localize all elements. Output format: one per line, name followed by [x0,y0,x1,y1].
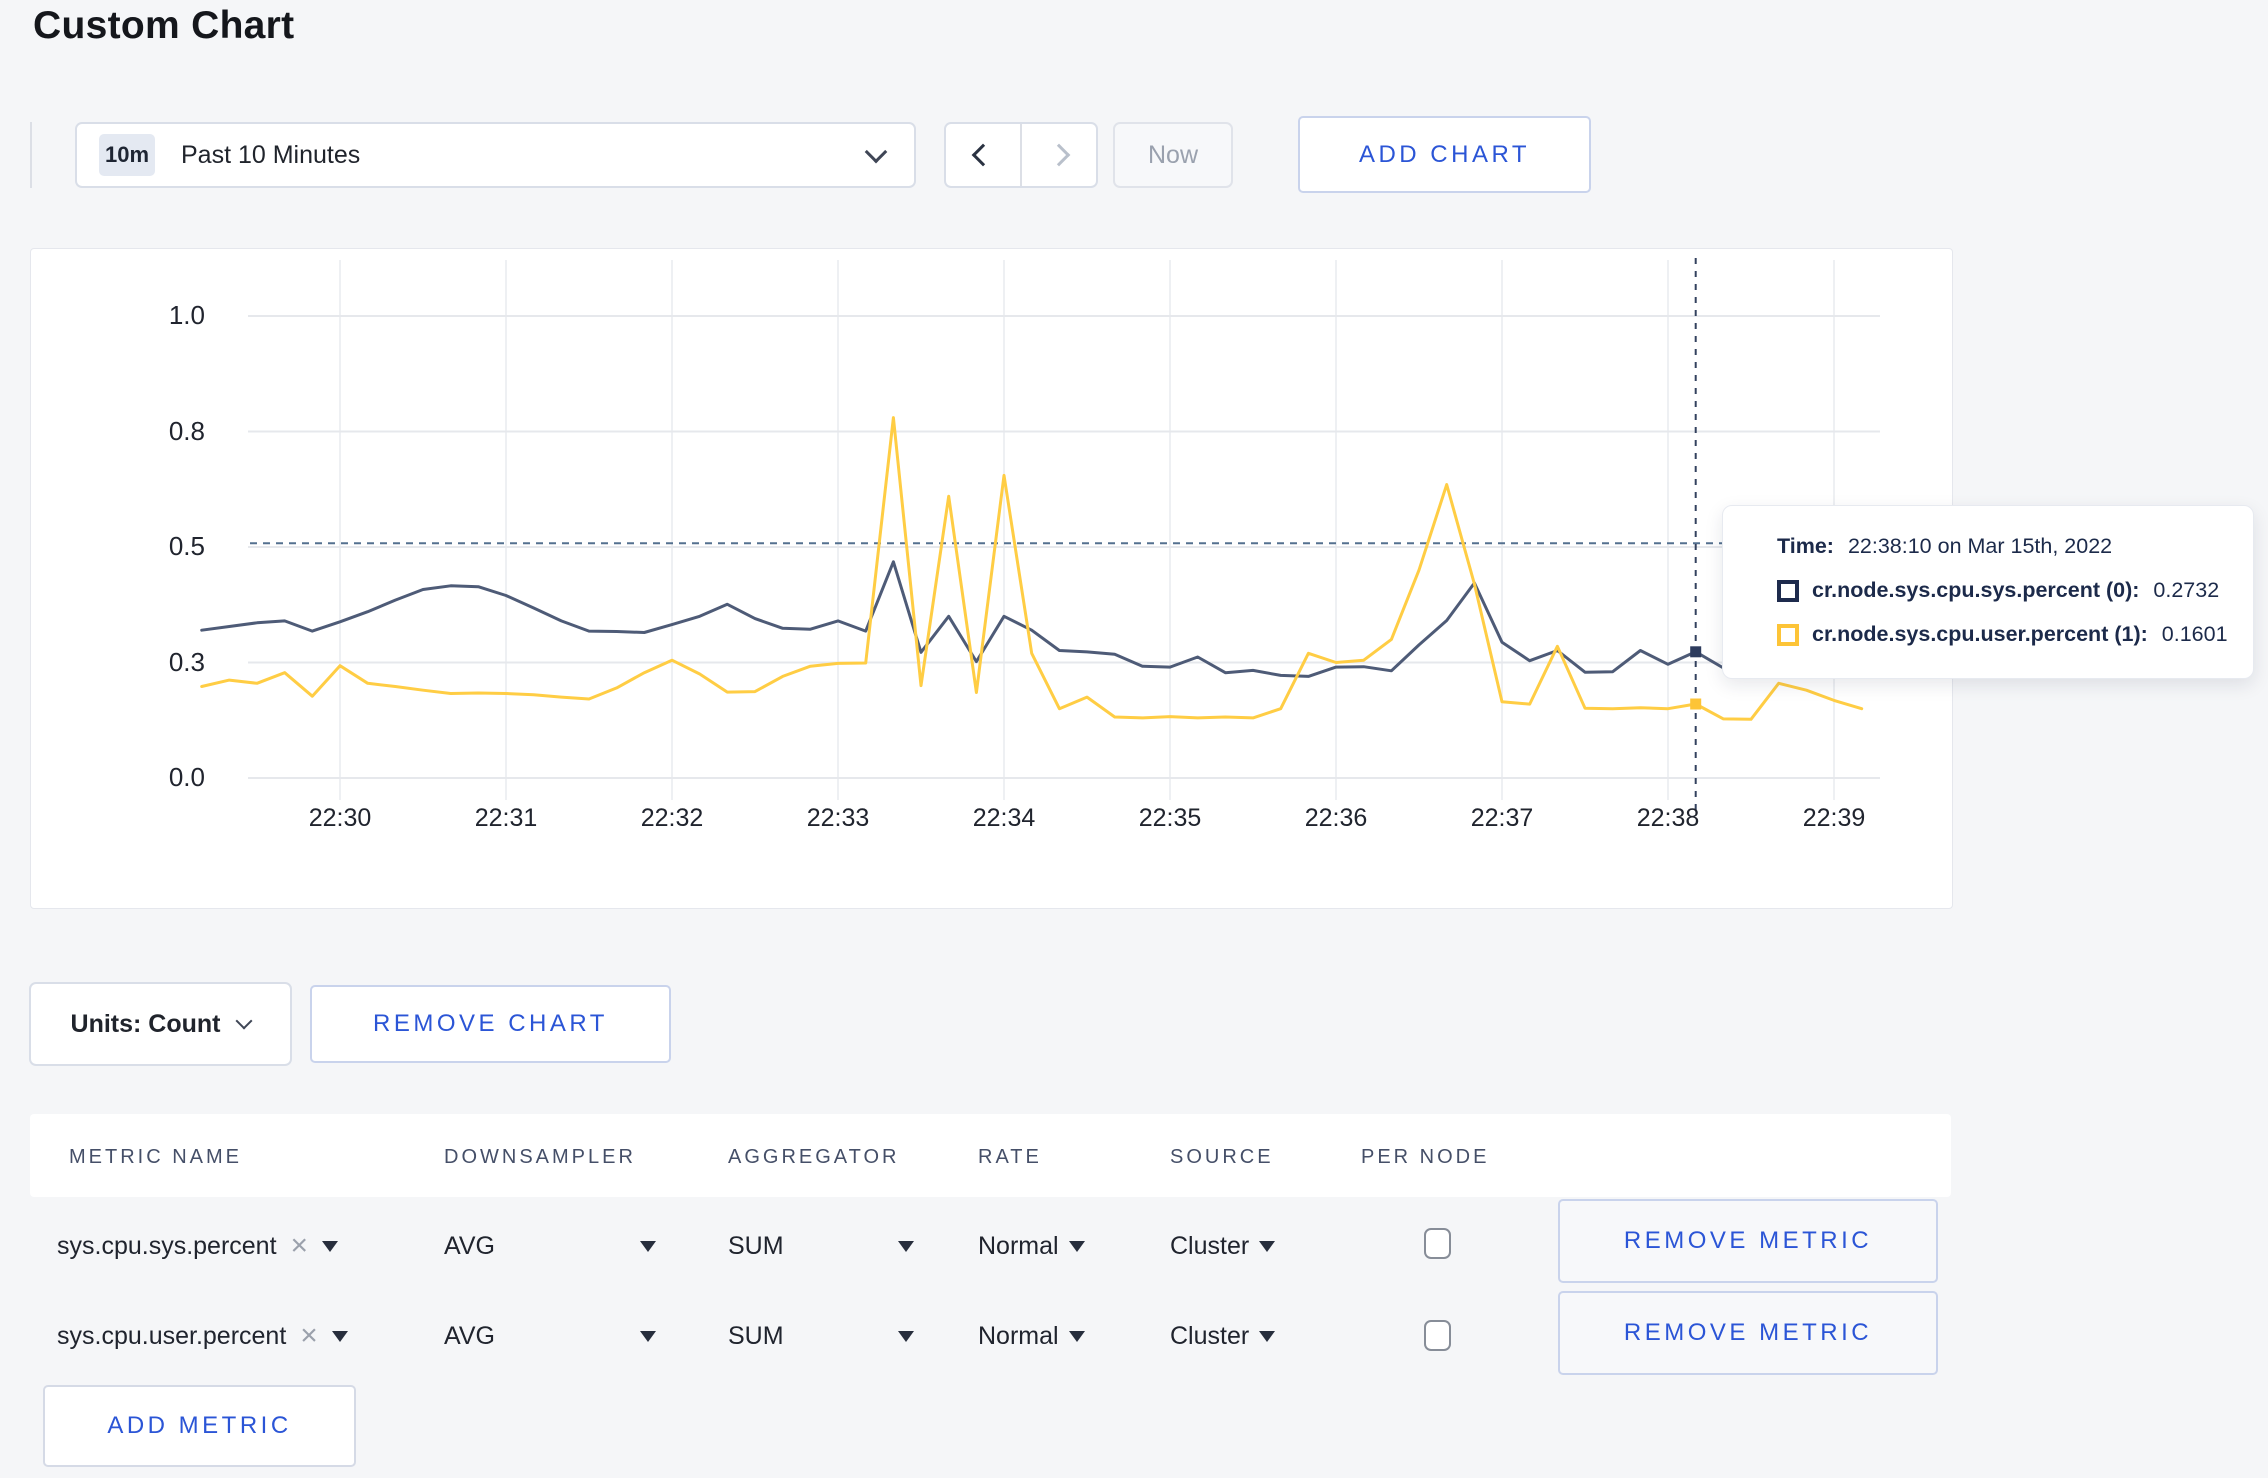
tooltip-time-value: 22:38:10 on Mar 15th, 2022 [1847,534,2113,558]
time-range-label: Past 10 Minutes [181,140,361,169]
dropdown-caret-icon [898,1330,914,1342]
add-metric-button[interactable]: ADD METRIC [43,1385,356,1467]
remove-metric-button[interactable]: REMOVE METRIC [1558,1291,1938,1375]
metric-name-select[interactable]: sys.cpu.user.percent × [57,1295,348,1377]
remove-metric-button[interactable]: REMOVE METRIC [1558,1199,1938,1283]
remove-chart-button[interactable]: REMOVE CHART [310,985,671,1063]
chevron-down-icon [864,140,888,164]
tooltip-time-row: Time: 22:38:10 on Mar 15th, 2022 [1777,531,2253,562]
dropdown-caret-icon [640,1240,656,1252]
dropdown-caret-icon [640,1330,656,1342]
downsampler-select[interactable]: AVG [444,1295,656,1377]
tooltip-series-row: cr.node.sys.cpu.user.percent (1): 0.1601 [1777,619,2253,650]
chart-series-line [200,560,1864,678]
column-header-aggregator: AGGREGATOR [728,1146,900,1168]
y-axis-tick-label: 0.0 [168,762,205,792]
column-header-source: SOURCE [1170,1146,1274,1168]
aggregator-select[interactable]: SUM [728,1295,914,1377]
series-point-dot [1690,698,1702,710]
dropdown-caret-icon [322,1240,339,1252]
rate-value: Normal [978,1231,1059,1260]
aggregator-select[interactable]: SUM [728,1205,914,1287]
time-shift-button-group [944,122,1098,188]
chevron-right-icon [1047,143,1071,167]
shift-back-button[interactable] [946,124,1020,186]
add-chart-button[interactable]: ADD CHART [1298,116,1591,193]
units-dropdown[interactable]: Units: Count [29,982,292,1066]
custom-chart-page: Custom Chart 10m Past 10 Minutes Now ADD… [0,0,2268,1478]
x-axis-tick-label: 22:31 [474,804,538,832]
x-axis-tick-label: 22:30 [308,804,372,832]
x-axis-tick-label: 22:38 [1636,804,1700,832]
column-header-downsampler: DOWNSAMPLER [444,1146,636,1168]
y-axis-tick-label: 1.0 [168,300,205,330]
page-title: Custom Chart [33,4,295,47]
per-node-checkbox[interactable] [1424,1228,1451,1259]
y-axis-tick-label: 0.5 [168,531,205,561]
rate-select[interactable]: Normal [978,1295,1085,1377]
y-axis-tick-label: 0.8 [168,415,205,446]
dropdown-caret-icon [331,1330,348,1342]
clear-metric-icon[interactable]: × [291,1231,309,1261]
series-point-dot [1690,646,1702,658]
tooltip-series-value: 0.2732 [2153,578,2220,602]
x-axis-tick-label: 22:39 [1802,804,1866,832]
aggregator-value: SUM [728,1231,784,1260]
source-select[interactable]: Cluster [1170,1205,1276,1287]
chart-tooltip: Time: 22:38:10 on Mar 15th, 2022 cr.node… [1722,505,2254,679]
toolbar-divider [30,122,32,188]
chevron-down-icon [235,1012,253,1030]
time-range-badge: 10m [99,134,155,176]
rate-value: Normal [978,1321,1059,1350]
metric-name-value: sys.cpu.user.percent [57,1321,287,1350]
shift-forward-button[interactable] [1020,124,1096,186]
dropdown-caret-icon [1068,1240,1085,1252]
metric-name-value: sys.cpu.sys.percent [57,1231,277,1260]
source-value: Cluster [1170,1231,1250,1260]
x-axis-tick-label: 22:33 [806,804,870,832]
tooltip-time-label: Time: [1777,534,1834,558]
column-header-rate: RATE [978,1146,1042,1168]
sys-series-legend-square-icon [1777,579,1799,602]
tooltip-series-value: 0.1601 [2161,622,2228,646]
metric-name-select[interactable]: sys.cpu.sys.percent × [57,1205,339,1287]
downsampler-value: AVG [444,1321,495,1350]
x-axis-tick-label: 22:35 [1138,804,1202,832]
column-header-metric-name: METRIC NAME [69,1146,242,1168]
x-axis-tick-label: 22:36 [1304,804,1368,832]
rate-select[interactable]: Normal [978,1205,1085,1287]
units-label: Units: Count [70,1009,221,1038]
x-axis-tick-label: 22:37 [1470,804,1534,832]
dropdown-caret-icon [1068,1330,1085,1342]
x-axis-tick-label: 22:34 [972,804,1036,832]
source-select[interactable]: Cluster [1170,1295,1276,1377]
x-axis-tick-label: 22:32 [640,804,704,832]
clear-metric-icon[interactable]: × [300,1321,318,1351]
per-node-checkbox[interactable] [1424,1320,1451,1351]
source-value: Cluster [1170,1321,1250,1350]
dropdown-caret-icon [1259,1240,1276,1252]
downsampler-select[interactable]: AVG [444,1205,656,1287]
aggregator-value: SUM [728,1321,784,1350]
y-axis-tick-label: 0.3 [168,646,205,677]
chevron-left-icon [971,143,995,167]
tooltip-series-label: cr.node.sys.cpu.sys.percent (0): [1812,578,2140,602]
downsampler-value: AVG [444,1231,495,1260]
column-header-per-node: PER NODE [1361,1146,1490,1168]
now-button[interactable]: Now [1113,122,1233,188]
chart-series-line [200,416,1864,721]
tooltip-series-row: cr.node.sys.cpu.sys.percent (0): 0.2732 [1777,575,2253,606]
dropdown-caret-icon [898,1240,914,1252]
user-series-legend-square-icon [1777,623,1799,646]
tooltip-series-label: cr.node.sys.cpu.user.percent (1): [1812,622,2148,646]
time-range-dropdown[interactable]: 10m Past 10 Minutes [75,122,916,188]
dropdown-caret-icon [1259,1330,1276,1342]
